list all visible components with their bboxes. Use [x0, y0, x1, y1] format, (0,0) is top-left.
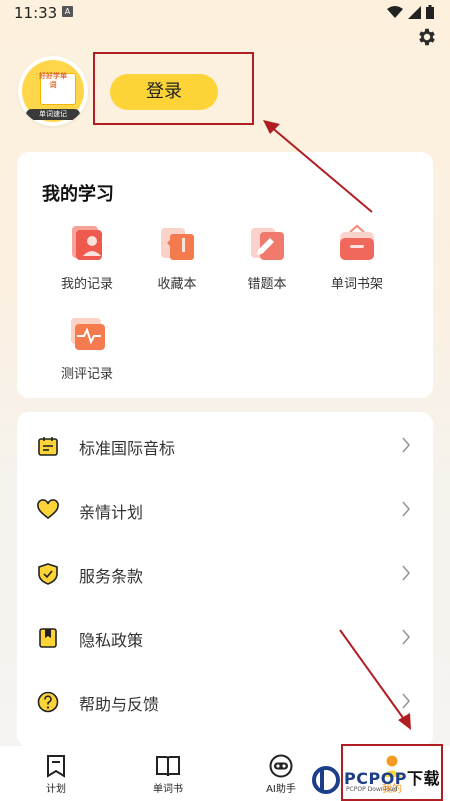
menu-item-family-plan[interactable]: 亲情计划: [17, 478, 433, 542]
study-item-favorites[interactable]: 收藏本: [132, 224, 222, 292]
nav-tab-ai-assistant[interactable]: AI助手: [246, 754, 316, 795]
bookshelf-icon: [340, 224, 374, 260]
nav-tab-label: 计划: [46, 784, 66, 795]
bookmark-book-icon: [39, 628, 57, 648]
chevron-right-icon: [402, 565, 411, 581]
avatar-logo-text: 好好学单词: [39, 72, 67, 89]
heart-icon: [37, 499, 59, 520]
nav-tab-label: AI助手: [266, 784, 296, 795]
calendar-icon: [38, 437, 58, 456]
avatar[interactable]: 好好学单词 单词速记: [18, 56, 88, 126]
notification-badge: A: [62, 6, 73, 17]
watermark-subtext: PCPOP Download: [346, 786, 398, 793]
study-item-label: 收藏本: [157, 277, 197, 292]
status-icons: [387, 5, 434, 19]
book-icon: [156, 756, 180, 777]
chevron-right-icon: [402, 437, 411, 453]
watermark-suffix: 下载: [407, 769, 441, 788]
bookmark-icon: [47, 755, 65, 778]
settings-menu-card: 标准国际音标 亲情计划 服务条款 隐私政策 帮助与反馈: [17, 412, 433, 747]
menu-item-terms[interactable]: 服务条款: [17, 542, 433, 606]
chevron-right-icon: [402, 629, 411, 645]
my-study-title: 我的学习: [42, 184, 114, 205]
study-item-label: 我的记录: [60, 277, 113, 292]
menu-item-label: 隐私政策: [79, 631, 144, 650]
favorites-icon: [161, 228, 194, 260]
menu-item-label: 标准国际音标: [79, 439, 176, 458]
menu-item-label: 帮助与反馈: [79, 695, 160, 714]
my-study-card: 我的学习 我的记录 收藏本 错题本 单词书架 测评记录: [17, 152, 433, 398]
menu-item-privacy[interactable]: 隐私政策: [17, 606, 433, 670]
shield-check-icon: [38, 563, 58, 585]
study-item-label: 错题本: [247, 277, 287, 292]
robot-icon: [269, 754, 293, 778]
study-item-mistakes[interactable]: 错题本: [222, 224, 312, 292]
battery-icon: [426, 5, 434, 19]
login-button[interactable]: 登录: [110, 74, 218, 110]
help-icon: [37, 691, 59, 713]
settings-gear-icon[interactable]: [416, 26, 438, 48]
status-bar: 11:33 A: [0, 0, 450, 26]
study-item-label: 单词书架: [330, 277, 383, 292]
assessment-icon: [71, 318, 105, 350]
nav-tab-label: 单词书: [153, 784, 183, 795]
signal-icon: [408, 5, 421, 19]
menu-item-label: 服务条款: [79, 567, 144, 586]
menu-item-label: 亲情计划: [79, 503, 144, 522]
study-item-bookshelf[interactable]: 单词书架: [312, 224, 402, 292]
mistakes-icon: [251, 228, 284, 260]
study-item-my-records[interactable]: 我的记录: [42, 224, 132, 292]
chevron-right-icon: [402, 693, 411, 709]
menu-item-help-feedback[interactable]: 帮助与反馈: [17, 670, 433, 734]
nav-tab-wordbook[interactable]: 单词书: [133, 754, 203, 795]
status-time: 11:33: [14, 4, 58, 22]
chevron-right-icon: [402, 501, 411, 517]
wifi-icon: [387, 5, 403, 18]
study-item-assessments[interactable]: 测评记录: [42, 314, 132, 382]
nav-tab-plan[interactable]: 计划: [21, 754, 91, 795]
record-icon: [72, 226, 102, 260]
avatar-label: 单词速记: [26, 109, 80, 120]
menu-item-phonetics[interactable]: 标准国际音标: [17, 414, 433, 478]
study-item-label: 测评记录: [60, 367, 113, 382]
